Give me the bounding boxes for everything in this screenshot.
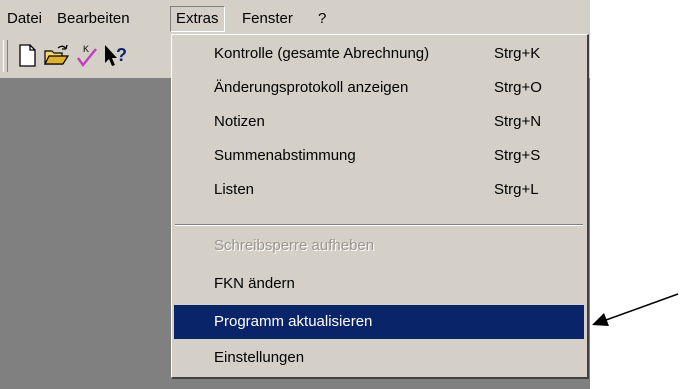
context-help-icon[interactable]: ?	[100, 41, 127, 69]
menu-item-label: Änderungsprotokoll anzeigen	[214, 79, 409, 96]
menu-item-label: Summenabstimmung	[214, 147, 356, 164]
menu-item-shortcut: Strg+N	[494, 113, 542, 130]
new-document-icon[interactable]	[14, 41, 40, 69]
open-folder-icon[interactable]	[42, 41, 70, 69]
pointer-arrow-icon	[592, 293, 679, 326]
menu-item-shortcut: Strg+K	[494, 45, 541, 62]
menu-item-label: Schreibsperre aufheben	[214, 237, 375, 254]
menu-bearbeiten[interactable]: Bearbeiten	[52, 7, 135, 31]
menu-item-aenderungsprotokoll[interactable]: Änderungsprotokoll anzeigen Strg+O	[174, 71, 584, 105]
menu-help[interactable]: ?	[313, 7, 331, 31]
menu-datei[interactable]: Datei	[2, 7, 47, 31]
menu-item-label: Kontrolle (gesamte Abrechnung)	[214, 45, 430, 62]
menu-separator	[175, 224, 583, 226]
application-window: Datei Bearbeiten Extras Fenster ? K ? Ko…	[0, 0, 590, 389]
svg-text:?: ?	[116, 45, 127, 65]
menu-fenster[interactable]: Fenster	[237, 7, 298, 31]
menu-item-label: Programm aktualisieren	[214, 313, 373, 330]
check-icon[interactable]: K	[74, 41, 100, 69]
menu-item-fkn-aendern[interactable]: FKN ändern	[174, 267, 584, 301]
menu-item-shortcut: Strg+S	[494, 147, 541, 164]
toolbar-grip[interactable]	[3, 40, 8, 72]
menu-item-einstellungen[interactable]: Einstellungen	[174, 341, 584, 375]
menu-item-label: Einstellungen	[214, 349, 305, 366]
svg-text:K: K	[83, 44, 89, 54]
menu-item-listen[interactable]: Listen Strg+L	[174, 173, 584, 207]
menu-item-schreibsperre: Schreibsperre aufheben	[174, 229, 584, 263]
menu-bar: Datei Bearbeiten Extras Fenster ?	[0, 0, 590, 36]
menu-item-summenabstimmung[interactable]: Summenabstimmung Strg+S	[174, 139, 584, 173]
menu-item-shortcut: Strg+O	[494, 79, 542, 96]
menu-item-programm-aktualisieren[interactable]: Programm aktualisieren	[174, 305, 584, 339]
menu-item-notizen[interactable]: Notizen Strg+N	[174, 105, 584, 139]
menu-item-shortcut: Strg+L	[494, 181, 539, 198]
menu-item-label: Notizen	[214, 113, 265, 130]
menu-item-label: FKN ändern	[214, 275, 295, 292]
menu-item-label: Listen	[214, 181, 255, 198]
menu-extras[interactable]: Extras	[170, 6, 225, 32]
menu-item-kontrolle[interactable]: Kontrolle (gesamte Abrechnung) Strg+K	[174, 37, 584, 71]
extras-dropdown-menu: Kontrolle (gesamte Abrechnung) Strg+K Än…	[171, 34, 589, 379]
